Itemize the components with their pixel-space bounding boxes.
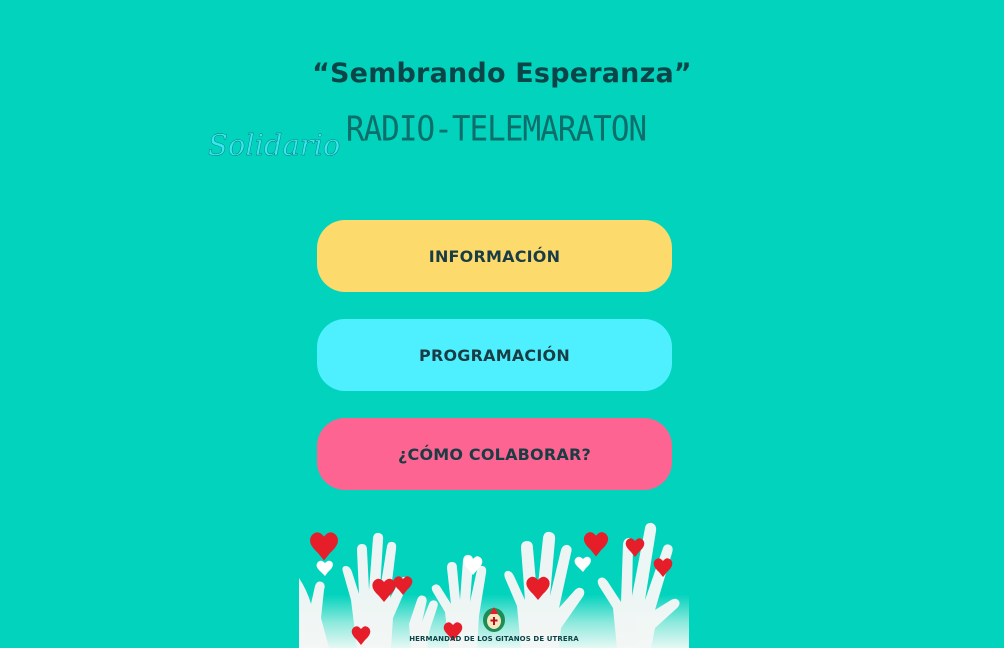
raised-hands-hearts-illustration [299, 508, 689, 648]
informacion-button-label: INFORMACIÓN [428, 246, 561, 266]
programacion-button[interactable]: PROGRAMACIÓN [317, 319, 672, 391]
banner-caption: HERMANDAD DE LOS GITANOS DE UTRERA [409, 635, 579, 643]
app-screen: “Sembrando Esperanza” RADIO-TELEMARATON … [0, 0, 1004, 648]
telemaraton-logo: RADIO-TELEMARATON [318, 108, 674, 168]
programacion-button-label: PROGRAMACIÓN [419, 345, 570, 365]
slogan-title: “Sembrando Esperanza” [312, 58, 692, 89]
hands-hearts-banner: HERMANDAD DE LOS GITANOS DE UTRERA [299, 508, 689, 648]
como-colaborar-button[interactable]: ¿CÓMO COLABORAR? [317, 418, 672, 490]
informacion-button[interactable]: INFORMACIÓN [317, 220, 672, 292]
logo-subtitle: Solidario [208, 128, 341, 162]
logo-title: RADIO-TELEMARATON [345, 109, 647, 150]
como-colaborar-button-label: ¿CÓMO COLABORAR? [398, 444, 591, 464]
